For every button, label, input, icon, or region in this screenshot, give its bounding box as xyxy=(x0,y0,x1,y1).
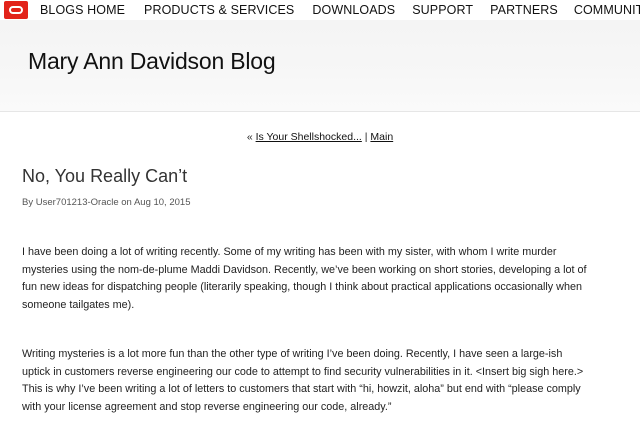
paragraph-line: with your license agreement and stop rev… xyxy=(22,400,392,413)
paragraph-line: I have been doing a lot of writing recen… xyxy=(22,246,557,258)
previous-post-link[interactable]: Is Your Shellshocked... xyxy=(256,131,362,143)
post-byline: By User701213-Oracle on Aug 10, 2015 xyxy=(22,197,191,208)
post-paragraph: Writing mysteries is a lot more fun than… xyxy=(22,346,626,416)
post-title: No, You Really Can’t xyxy=(22,166,188,186)
postnav-prefix: « xyxy=(246,131,256,143)
post-navigation: « Is Your Shellshocked... | Main xyxy=(0,131,640,143)
blog-title[interactable]: Mary Ann Davidson Blog xyxy=(28,48,276,75)
paragraph-line: Writing mysteries is a lot more fun than… xyxy=(22,348,563,360)
nav-item-products-services[interactable]: PRODUCTS & SERVICES xyxy=(144,2,294,18)
oracle-logo-icon[interactable] xyxy=(4,1,28,19)
paragraph-line: mysteries using the nom-de-plume Maddi D… xyxy=(22,263,587,276)
nav-items: BLOGS HOME PRODUCTS & SERVICES DOWNLOADS… xyxy=(40,2,640,18)
top-navigation-bar: BLOGS HOME PRODUCTS & SERVICES DOWNLOADS… xyxy=(0,0,640,20)
nav-item-communities[interactable]: COMMUNITIES xyxy=(574,2,640,18)
paragraph-line: fun new ideas for dispatching people (li… xyxy=(22,281,582,294)
nav-item-blogs-home[interactable]: BLOGS HOME xyxy=(40,2,125,18)
oracle-logo-ring xyxy=(9,6,23,14)
main-link[interactable]: Main xyxy=(370,131,393,143)
nav-item-support[interactable]: SUPPORT xyxy=(412,2,473,18)
paragraph-line: This is why I’ve been writing a lot of l… xyxy=(22,383,581,396)
paragraph-line: someone tailgates me). xyxy=(22,298,135,311)
nav-item-partners[interactable]: PARTNERS xyxy=(490,2,558,18)
nav-item-downloads[interactable]: DOWNLOADS xyxy=(312,2,395,18)
paragraph-line: uptick in customers reverse engineering … xyxy=(22,365,584,378)
post-paragraph: I have been doing a lot of writing recen… xyxy=(22,244,626,314)
